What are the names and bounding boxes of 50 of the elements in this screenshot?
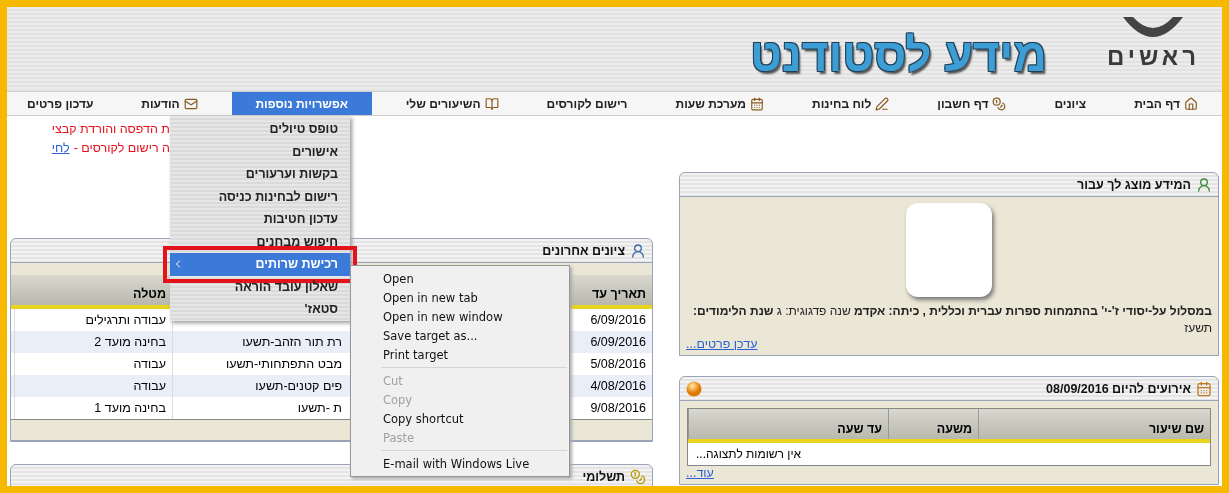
context-menu-item[interactable]: E-mail with Windows Live (351, 454, 569, 473)
menu-item[interactable]: עדכון חטיבות (170, 208, 350, 231)
user-icon (630, 242, 646, 259)
menu-item[interactable]: סטאז' (170, 298, 350, 321)
column-header: שם שיעור (978, 409, 1210, 439)
nav-tab[interactable]: רישום לקורסים (532, 92, 642, 115)
column-header: משעה (888, 409, 978, 439)
more-link[interactable]: עוד... (680, 466, 720, 484)
nav-tab[interactable]: דף חשבון (923, 92, 1021, 115)
update-details-link[interactable]: עדכן פרטים... (680, 337, 764, 355)
panel-title: ציונים אחרונים (542, 243, 625, 258)
logo-text: ראשים (1106, 43, 1200, 71)
menu-item[interactable]: טופס טיולים (170, 118, 350, 141)
panel-title: תשלומי (582, 469, 625, 484)
nav-tab[interactable]: ציונים (1040, 92, 1101, 115)
envelope-icon (183, 96, 198, 111)
menu-item[interactable]: חיפוש מבחנים (170, 230, 350, 253)
column-header: עד שעה (688, 409, 888, 439)
coin-icon (630, 468, 646, 485)
menu-item[interactable]: אישורים (170, 140, 350, 163)
column-header: מטלה (131, 286, 167, 303)
menu-item[interactable]: רישום לבחינות כניסה (170, 185, 350, 208)
nav-tab[interactable]: עדכון פרטים (13, 92, 108, 115)
empty-message: אין רשומות לתצוגה... (695, 446, 803, 463)
nav-tab[interactable]: מערכת שעות (661, 92, 778, 115)
profile-text: במסלול על-יסודי ז'-י' בהתמחות ספרות עברית וכללית , כיתה: אקדמ שנה פדגוגית: ג שנת הלימודים: תשעז (692, 303, 1213, 337)
notice-text: ת הדפסה והורדת קבצי (51, 121, 170, 138)
coin-icon (992, 96, 1007, 111)
nav-tab[interactable]: דף הבית (1120, 92, 1212, 115)
context-menu-item[interactable]: Open in new tab (351, 288, 569, 307)
ball-icon (686, 380, 702, 397)
panel-title: המידע מוצג לך עבור (1077, 177, 1191, 192)
column-header: תאריך עד (591, 286, 647, 303)
menu-item[interactable]: שאלון עובד הוראה (170, 275, 350, 298)
book-icon (484, 96, 499, 111)
notice-text: ה רישום לקורסים - (73, 140, 170, 157)
menu-item[interactable]: בקשות וערעורים (170, 163, 350, 186)
house-icon (1184, 96, 1198, 111)
nav-tab[interactable]: אפשרויות נוספות (231, 92, 372, 115)
notice-link[interactable]: לחי (51, 139, 70, 158)
site-title: מידע לסטודנט (750, 28, 1047, 82)
panel-title: אירועים להיום 08/09/2016 (1046, 381, 1191, 396)
calendar-icon (1196, 380, 1212, 397)
nav-tab[interactable]: לוח בחינות (798, 92, 904, 115)
pencil-icon (875, 96, 890, 111)
nav-tab[interactable]: הודעות (127, 92, 212, 115)
user-icon (1196, 176, 1212, 193)
calendar-icon (750, 96, 764, 111)
nav-tab[interactable]: השיעורים שלי (391, 92, 513, 115)
context-menu-item[interactable]: Open (351, 269, 569, 288)
